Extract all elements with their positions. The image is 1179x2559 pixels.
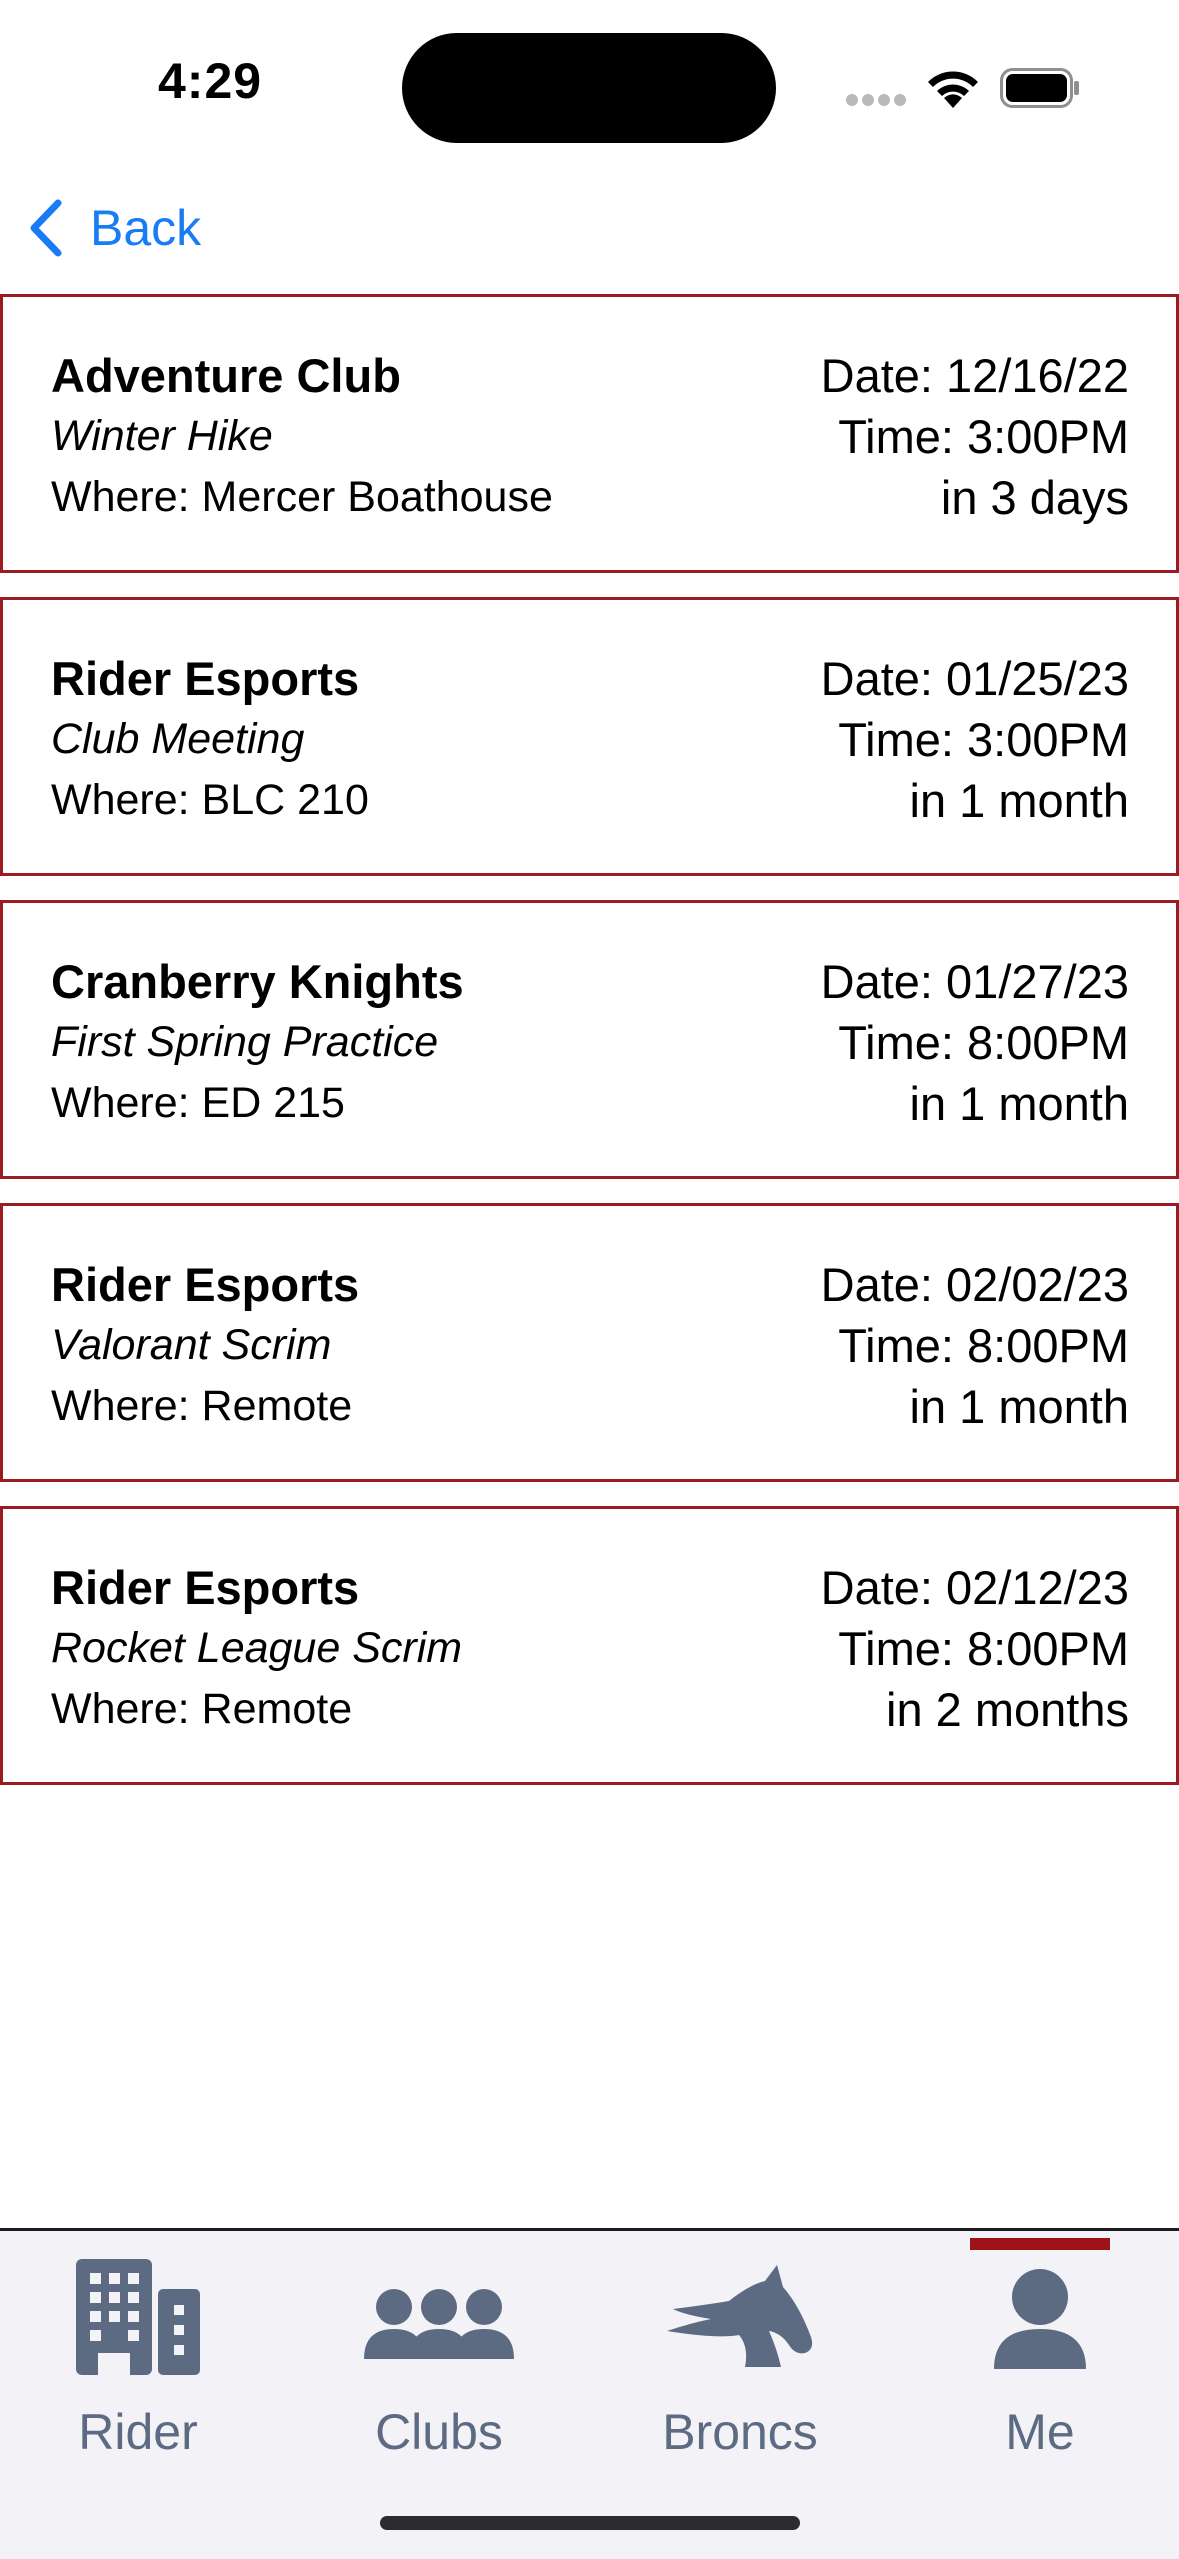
event-card[interactable]: Rider Esports Valorant Scrim Where: Remo…: [0, 1203, 1179, 1482]
tab-me-label: Me: [1005, 2404, 1075, 2460]
event-time: Time: 8:00PM: [838, 1016, 1129, 1069]
event-club-name: Rider Esports: [51, 652, 360, 705]
event-card[interactable]: Adventure Club Winter Hike Where: Mercer…: [0, 294, 1179, 573]
event-title: Club Meeting: [51, 715, 305, 763]
group-icon: [364, 2289, 514, 2359]
event-card[interactable]: Cranberry Knights First Spring Practice …: [0, 900, 1179, 1179]
building-icon: [76, 2259, 200, 2375]
event-relative-time: in 1 month: [909, 1380, 1129, 1433]
tab-clubs[interactable]: Clubs: [319, 2231, 559, 2471]
event-title: Winter Hike: [51, 412, 273, 460]
event-date: Date: 12/16/22: [820, 349, 1129, 402]
event-club-name: Cranberry Knights: [51, 955, 464, 1008]
home-indicator[interactable]: [380, 2516, 800, 2530]
battery-icon: [1000, 68, 1079, 108]
chevron-left-icon: [30, 199, 62, 257]
event-location: Where: Remote: [51, 1382, 353, 1430]
event-date: Date: 01/27/23: [820, 955, 1129, 1008]
event-location: Where: BLC 210: [51, 776, 369, 824]
event-club-name: Rider Esports: [51, 1561, 360, 1614]
event-date: Date: 02/12/23: [820, 1561, 1129, 1614]
event-time: Time: 8:00PM: [838, 1622, 1129, 1675]
status-time: 4:29: [158, 53, 263, 109]
event-club-name: Adventure Club: [51, 349, 401, 402]
cellular-signal-icon: [846, 94, 906, 108]
event-list: Adventure Club Winter Hike Where: Mercer…: [0, 294, 1179, 1809]
event-relative-time: in 1 month: [909, 1077, 1129, 1130]
tab-bar: Rider Clubs Broncs Me: [0, 2228, 1179, 2559]
tab-clubs-label: Clubs: [375, 2404, 503, 2460]
event-time: Time: 8:00PM: [838, 1319, 1129, 1372]
event-date: Date: 01/25/23: [820, 652, 1129, 705]
tab-broncs[interactable]: Broncs: [620, 2231, 860, 2471]
event-title: First Spring Practice: [51, 1018, 439, 1066]
event-title: Rocket League Scrim: [51, 1624, 463, 1672]
event-location: Where: ED 215: [51, 1079, 345, 1127]
event-relative-time: in 3 days: [940, 471, 1129, 524]
event-card[interactable]: Rider Esports Rocket League Scrim Where:…: [0, 1506, 1179, 1785]
event-club-name: Rider Esports: [51, 1258, 360, 1311]
dynamic-island: [402, 33, 776, 143]
wifi-icon: [928, 71, 978, 108]
status-bar: 4:29: [0, 0, 1179, 170]
event-location: Where: Mercer Boathouse: [51, 473, 553, 521]
tab-rider[interactable]: Rider: [18, 2231, 258, 2471]
event-time: Time: 3:00PM: [838, 713, 1129, 766]
back-button[interactable]: Back: [26, 196, 201, 260]
tab-rider-label: Rider: [78, 2404, 198, 2460]
tab-broncs-label: Broncs: [662, 2404, 818, 2460]
person-icon: [994, 2269, 1086, 2369]
horse-icon: [667, 2265, 813, 2367]
event-relative-time: in 2 months: [886, 1683, 1129, 1736]
event-time: Time: 3:00PM: [838, 410, 1129, 463]
event-location: Where: Remote: [51, 1685, 353, 1733]
tab-me[interactable]: Me: [920, 2231, 1160, 2471]
event-relative-time: in 1 month: [909, 774, 1129, 827]
event-card[interactable]: Rider Esports Club Meeting Where: BLC 21…: [0, 597, 1179, 876]
event-title: Valorant Scrim: [51, 1321, 332, 1369]
back-label: Back: [90, 200, 202, 256]
event-date: Date: 02/02/23: [820, 1258, 1129, 1311]
